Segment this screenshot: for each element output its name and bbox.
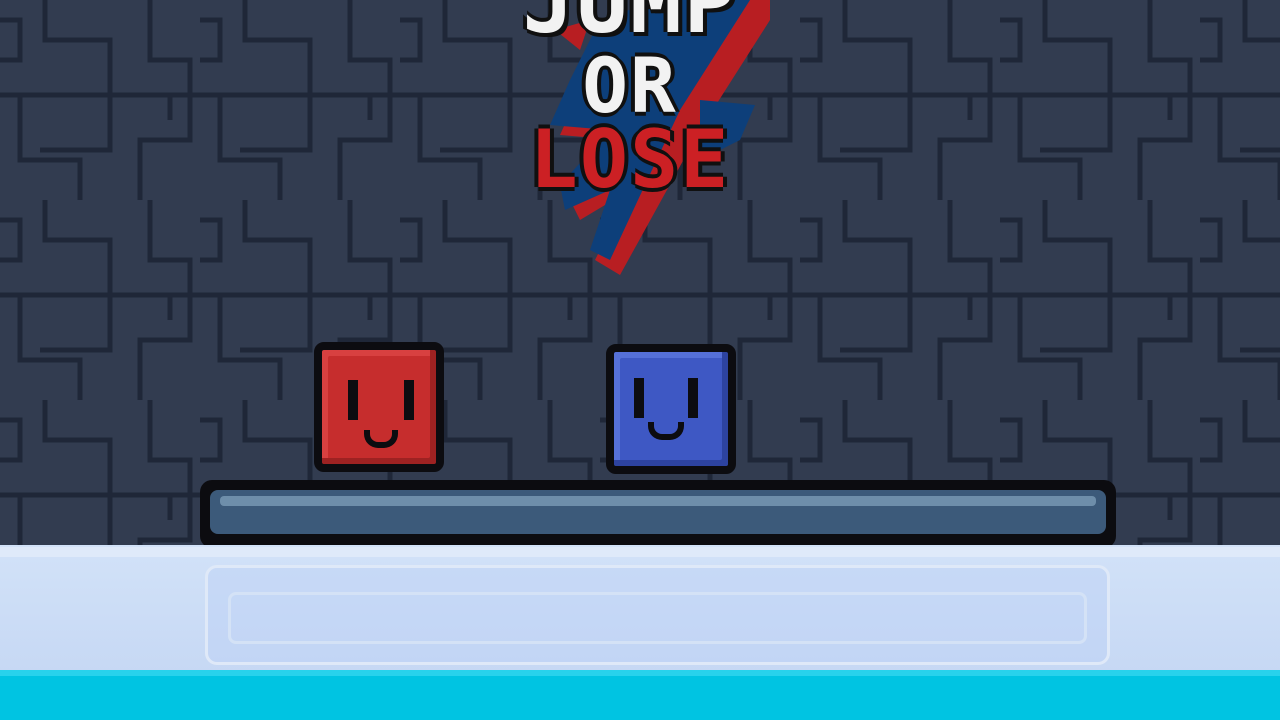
ice-layer <box>0 545 1280 675</box>
water <box>0 670 1280 720</box>
red-player-right-eye <box>404 380 414 420</box>
blue-player-right-eye <box>688 378 698 418</box>
platform-highlight <box>220 496 1096 506</box>
game-logo: JUMP OR LOSE <box>470 0 790 290</box>
blue-player-mouth <box>648 422 684 440</box>
ice-sheen <box>0 547 1280 557</box>
platform-reflection <box>205 565 1110 665</box>
title-word-lose: LOSE <box>529 113 731 206</box>
platform-reflection-inner <box>228 592 1087 644</box>
red-player-left-eye <box>348 380 358 420</box>
blue-player <box>606 344 736 474</box>
platform <box>200 480 1116 548</box>
blue-player-left-eye <box>634 378 644 418</box>
red-player <box>314 342 444 472</box>
platform-surface <box>210 490 1106 534</box>
red-player-mouth <box>364 430 398 448</box>
water-edge <box>0 670 1280 676</box>
title-word-jump: JUMP <box>522 0 738 53</box>
